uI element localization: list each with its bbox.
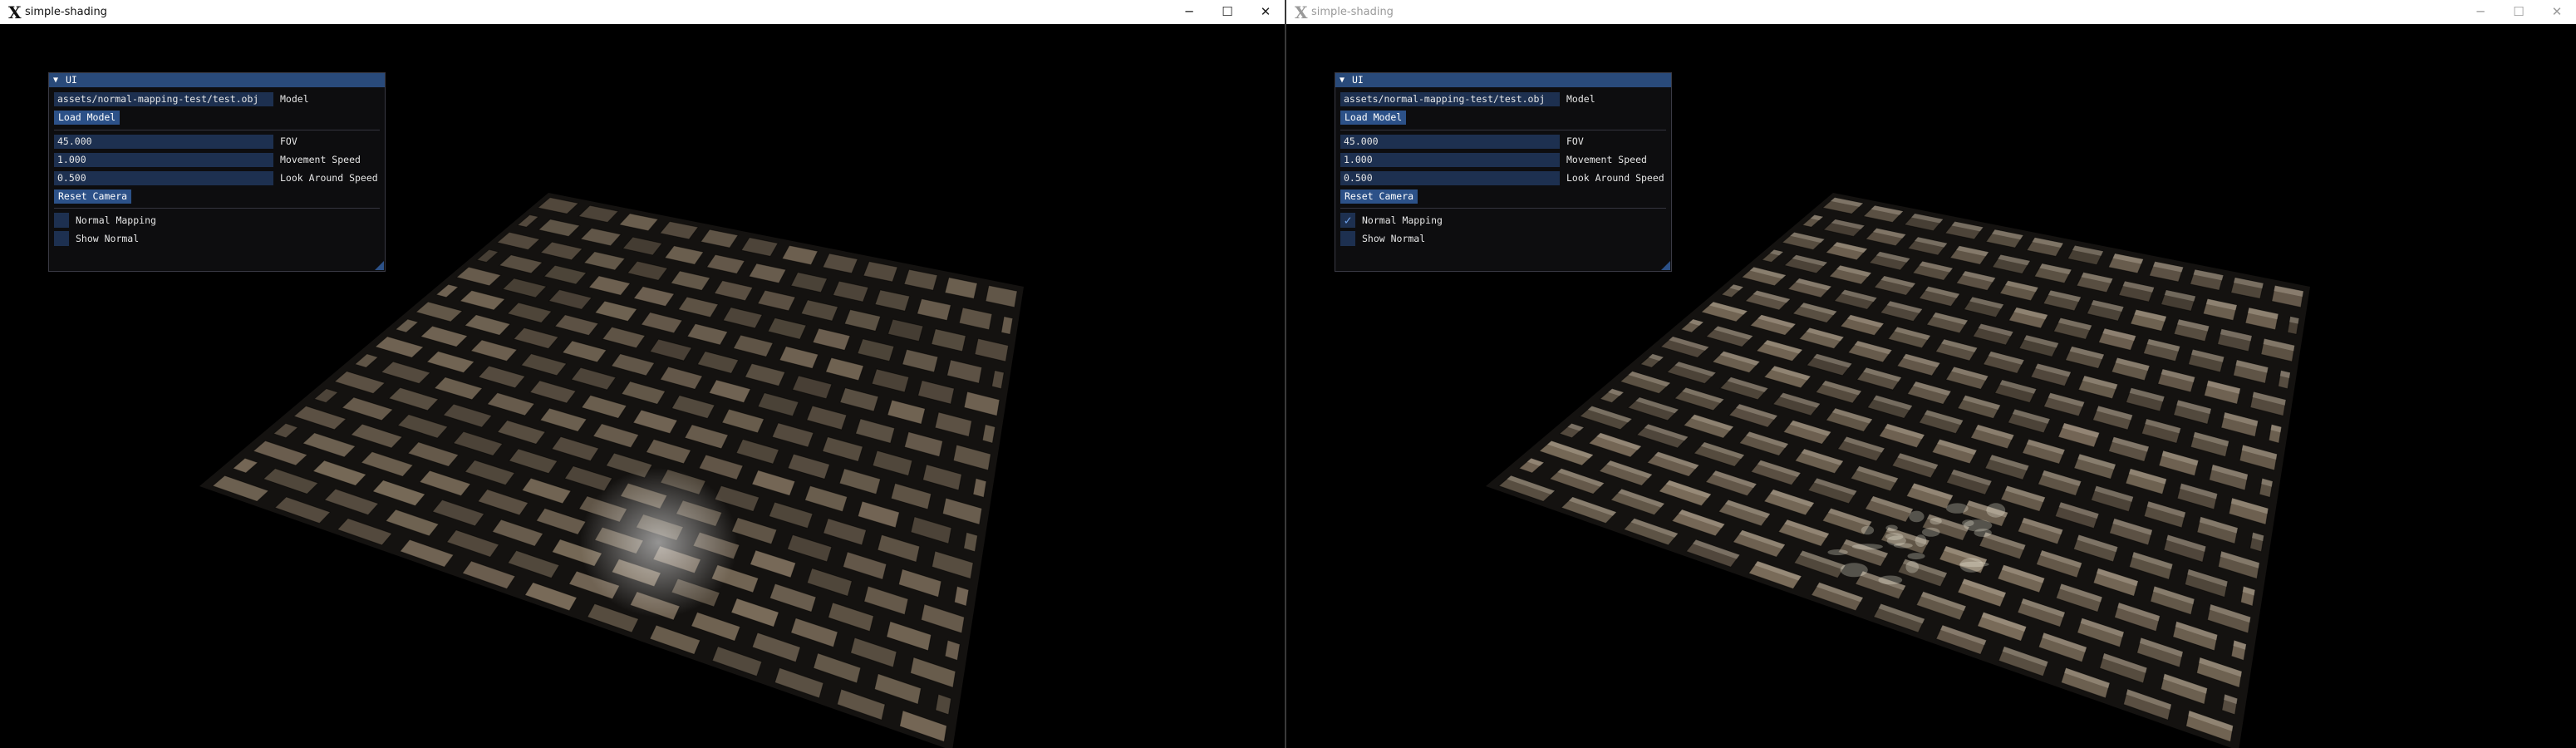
show-normal-label: Show Normal [76, 233, 140, 244]
ui-panel-title: UI [1352, 74, 1364, 86]
normal-mapping-checkbox-row[interactable]: Normal Mapping [54, 213, 303, 228]
look-around-speed-row: 0.500 Look Around Speed [54, 171, 381, 185]
collapse-arrow-icon[interactable]: ▼ [53, 74, 58, 86]
model-path-input[interactable]: assets/normal-mapping-test/test.obj [54, 92, 273, 106]
window-left: X simple-shading ─ ☐ ✕ ▼ UI assets/norma… [0, 0, 1286, 748]
model-label: Model [280, 93, 309, 105]
ui-panel-title: UI [66, 74, 77, 86]
titlebar[interactable]: X simple-shading ─ ☐ ✕ [1286, 0, 2576, 25]
ui-panel-titlebar[interactable]: ▼ UI [49, 73, 385, 87]
fov-input[interactable]: 45.000 [1340, 135, 1560, 149]
ui-panel-titlebar[interactable]: ▼ UI [1335, 73, 1671, 87]
x-logo-icon: X [1295, 2, 1308, 22]
movement-speed-input[interactable]: 1.000 [1340, 153, 1560, 167]
model-path-input[interactable]: assets/normal-mapping-test/test.obj [1340, 92, 1560, 106]
render-viewport[interactable]: ▼ UI assets/normal-mapping-test/test.obj… [1286, 24, 2576, 748]
separator [54, 208, 380, 209]
movement-speed-input[interactable]: 1.000 [54, 153, 273, 167]
resize-grip[interactable] [1661, 261, 1670, 270]
show-normal-checkbox[interactable] [1340, 231, 1355, 246]
load-model-button[interactable]: Load Model [54, 111, 120, 125]
show-normal-checkbox-row[interactable]: Show Normal [54, 231, 303, 246]
movement-speed-row: 1.000 Movement Speed [1340, 153, 1668, 167]
movement-speed-label: Movement Speed [280, 154, 361, 165]
titlebar[interactable]: X simple-shading ─ ☐ ✕ [0, 0, 1285, 25]
normal-mapping-checkbox[interactable]: ✓ [1340, 213, 1355, 228]
close-button[interactable]: ✕ [1246, 0, 1285, 24]
maximize-button[interactable]: ☐ [1208, 0, 1246, 24]
reset-camera-button[interactable]: Reset Camera [1340, 189, 1418, 204]
fov-row: 45.000 FOV [54, 135, 381, 149]
normal-mapping-label: Normal Mapping [76, 214, 156, 226]
fov-label: FOV [1566, 135, 1584, 147]
window-right: X simple-shading ─ ☐ ✕ ▼ UI assets/norma… [1286, 0, 2576, 748]
look-around-speed-input[interactable]: 0.500 [54, 171, 273, 185]
normal-mapping-label: Normal Mapping [1362, 214, 1443, 226]
model-row: assets/normal-mapping-test/test.obj Mode… [1340, 92, 1668, 106]
render-viewport[interactable]: ▼ UI assets/normal-mapping-test/test.obj… [0, 24, 1285, 748]
fov-input[interactable]: 45.000 [54, 135, 273, 149]
close-button[interactable]: ✕ [2538, 0, 2576, 24]
look-around-speed-input[interactable]: 0.500 [1340, 171, 1560, 185]
resize-grip[interactable] [375, 261, 384, 270]
window-title: simple-shading [1311, 6, 1394, 18]
ui-panel[interactable]: ▼ UI assets/normal-mapping-test/test.obj… [48, 72, 386, 272]
maximize-button[interactable]: ☐ [2500, 0, 2538, 24]
window-title: simple-shading [25, 6, 107, 18]
model-row: assets/normal-mapping-test/test.obj Mode… [54, 92, 381, 106]
show-normal-label: Show Normal [1362, 233, 1426, 244]
look-around-speed-label: Look Around Speed [1566, 172, 1664, 184]
minimize-button[interactable]: ─ [2461, 0, 2500, 24]
ui-panel[interactable]: ▼ UI assets/normal-mapping-test/test.obj… [1335, 72, 1672, 272]
show-normal-checkbox-row[interactable]: Show Normal [1340, 231, 1590, 246]
look-around-speed-row: 0.500 Look Around Speed [1340, 171, 1668, 185]
collapse-arrow-icon[interactable]: ▼ [1340, 74, 1345, 86]
fov-label: FOV [280, 135, 297, 147]
minimize-button[interactable]: ─ [1170, 0, 1208, 24]
fov-row: 45.000 FOV [1340, 135, 1668, 149]
model-label: Model [1566, 93, 1595, 105]
look-around-speed-label: Look Around Speed [280, 172, 378, 184]
reset-camera-button[interactable]: Reset Camera [54, 189, 132, 204]
load-model-button[interactable]: Load Model [1340, 111, 1407, 125]
movement-speed-label: Movement Speed [1566, 154, 1647, 165]
show-normal-checkbox[interactable] [54, 231, 69, 246]
x-logo-icon: X [8, 2, 22, 22]
movement-speed-row: 1.000 Movement Speed [54, 153, 381, 167]
normal-mapping-checkbox[interactable] [54, 213, 69, 228]
separator [1340, 208, 1666, 209]
normal-mapping-checkbox-row[interactable]: ✓ Normal Mapping [1340, 213, 1590, 228]
